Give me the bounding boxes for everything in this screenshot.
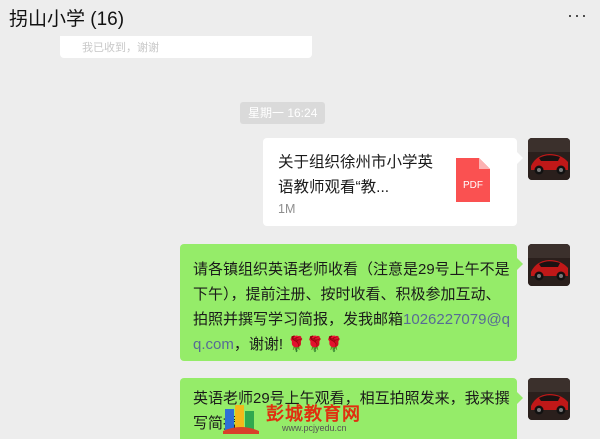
car-avatar-image bbox=[528, 378, 570, 420]
car-avatar-image bbox=[528, 138, 570, 180]
previous-message-bubble[interactable]: 我已收到，谢谢 bbox=[60, 36, 312, 58]
sent-message-bubble[interactable]: 请各镇组织英语老师收看（注意是29号上午不是下午），提前注册、按时收看、积极参加… bbox=[180, 244, 523, 361]
file-size: 1M bbox=[278, 202, 296, 216]
more-options-icon[interactable]: ··· bbox=[567, 6, 588, 24]
watermark-logo-icon bbox=[223, 405, 259, 434]
file-message-card[interactable]: 关于组织徐州市小学英语教师观看“教... 1M PDF bbox=[263, 138, 523, 226]
message-text: 请各镇组织英语老师收看（注意是29号上午不是下午），提前注册、按时收看、积极参加… bbox=[193, 257, 515, 357]
timestamp-label: 星期一 16:24 bbox=[240, 102, 326, 124]
previous-message-text: 我已收到，谢谢 bbox=[82, 42, 159, 54]
watermark-url: www.pcjyedu.cn bbox=[282, 423, 347, 433]
file-name: 关于组织徐州市小学英语教师观看“教... bbox=[278, 154, 434, 196]
sender-avatar[interactable] bbox=[528, 378, 570, 420]
car-avatar-image bbox=[528, 244, 570, 286]
sender-avatar[interactable] bbox=[528, 138, 570, 180]
sender-avatar[interactable] bbox=[528, 244, 570, 286]
pdf-icon-label: PDF bbox=[463, 180, 483, 191]
pdf-file-icon: PDF bbox=[456, 158, 490, 202]
rose-emoji: 🌹🌹🌹 bbox=[287, 336, 344, 353]
chat-title[interactable]: 拐山小学 (16) bbox=[9, 4, 124, 31]
site-watermark: 彭城教育网 www.pcjyedu.cn bbox=[222, 399, 382, 439]
message-suffix: ，谢谢! bbox=[233, 336, 284, 353]
chat-header: 拐山小学 (16) ··· bbox=[0, 0, 600, 34]
